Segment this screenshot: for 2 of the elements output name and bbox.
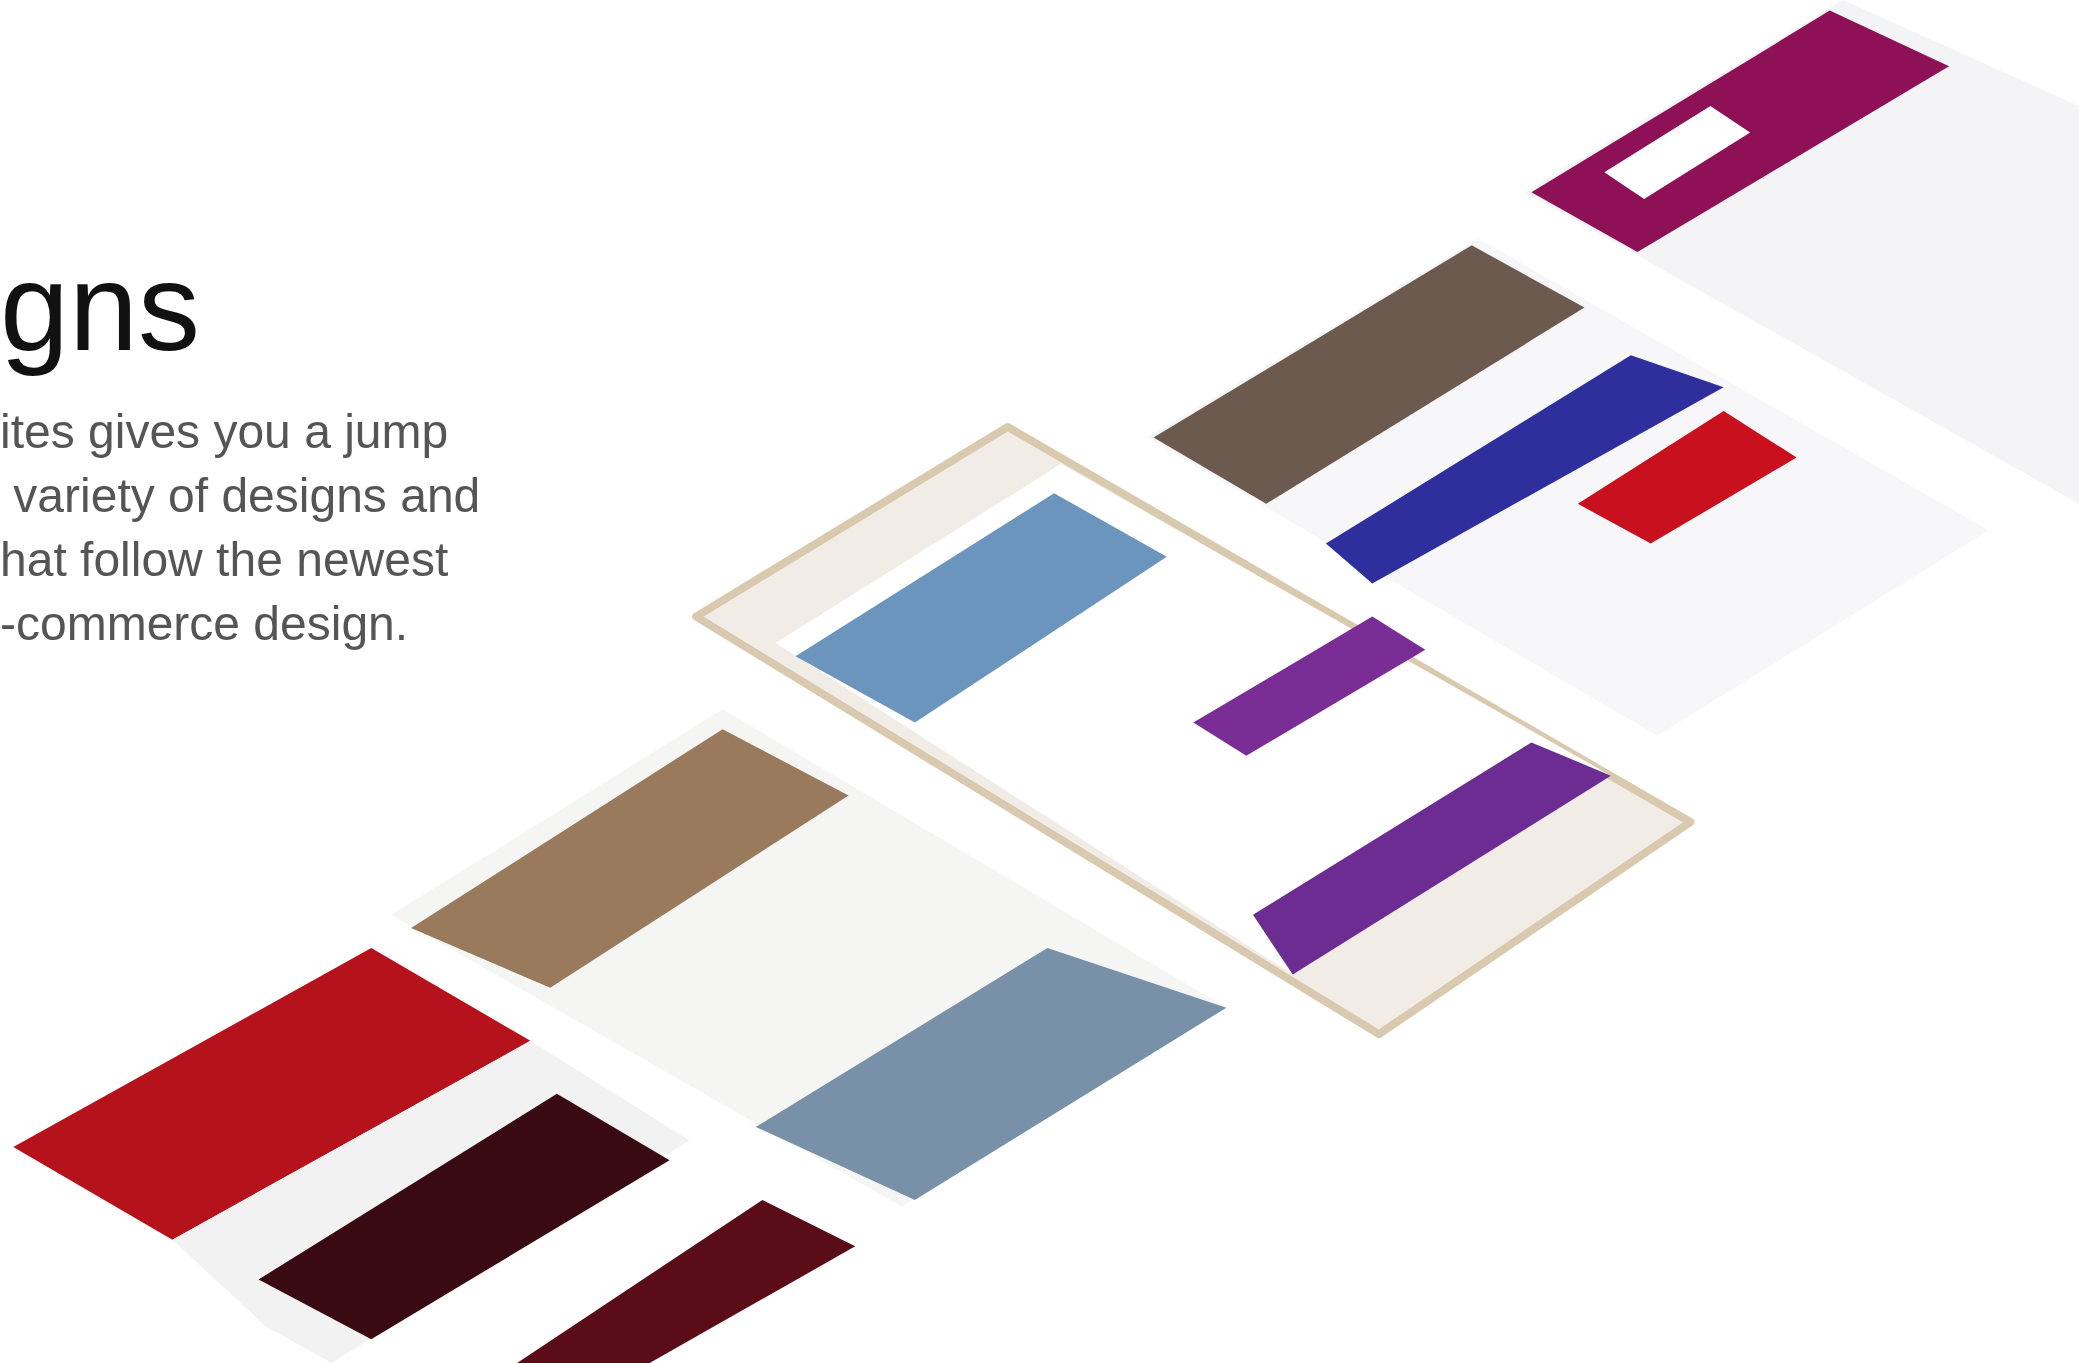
intro-paragraph: ites gives you a jump variety of designs and hat follow the newest -commerce design. [0, 404, 481, 652]
page-heading: gns [0, 237, 200, 378]
